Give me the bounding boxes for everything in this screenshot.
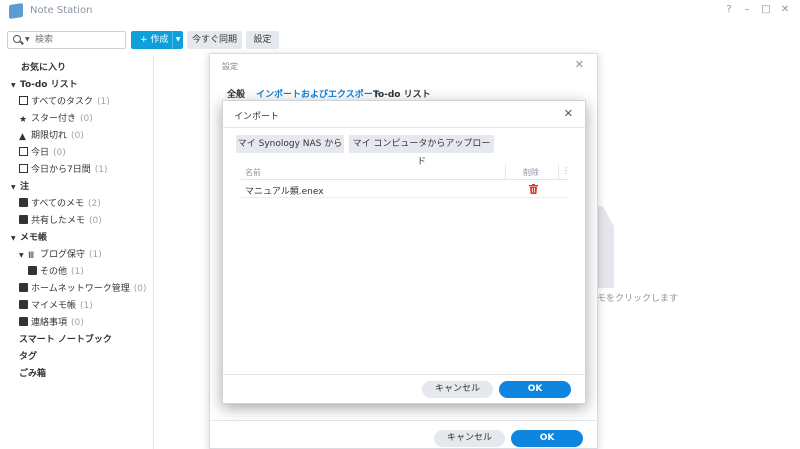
import-ok-button[interactable]: OK — [499, 381, 571, 398]
create-button[interactable]: + 作成 ▼ — [131, 31, 183, 49]
note-station-app-icon — [9, 3, 23, 19]
notebook-icon — [19, 300, 28, 309]
expand-icon[interactable]: ▼ — [11, 180, 20, 196]
column-menu-icon[interactable]: ⋮ — [562, 166, 570, 175]
tab-todo[interactable]: To-do リスト — [373, 87, 431, 100]
search-input[interactable] — [35, 33, 123, 47]
notes-icon — [19, 198, 28, 207]
search-icon — [13, 35, 21, 43]
sidebar-item-next-7-days[interactable]: 今日から7日間 (1) — [19, 162, 107, 178]
import-cancel-button[interactable]: キャンセル — [422, 381, 493, 398]
create-button-label: + 作成 — [140, 35, 169, 45]
expand-icon[interactable]: ▼ — [11, 78, 20, 94]
settings-button[interactable]: 設定 — [246, 31, 279, 49]
close-icon[interactable]: ✕ — [575, 58, 584, 71]
sidebar-item-overdue[interactable]: ▲ 期限切れ (0) — [19, 128, 84, 144]
file-name: マニュアル類.enex — [245, 187, 324, 197]
sidebar-item-my-notebook[interactable]: マイメモ帳 (1) — [19, 298, 93, 314]
import-footer-divider — [223, 374, 585, 375]
calendar-week-icon — [19, 164, 28, 173]
warning-icon: ▲ — [19, 132, 26, 142]
expand-icon[interactable]: ▼ — [11, 231, 20, 247]
sidebar-item-all-notes[interactable]: すべてのメモ (2) — [19, 196, 101, 212]
sidebar-item-favorites[interactable]: お気に入り — [21, 60, 66, 76]
tab-general[interactable]: 全般 — [227, 87, 245, 100]
file-table-header: 名前 削除 ⋮ — [241, 164, 570, 180]
sidebar-item-notebook-stack[interactable]: ▼ Ⅲ ブログ保守 (1) — [19, 247, 102, 263]
maximize-icon[interactable]: □ — [759, 3, 773, 17]
sync-now-button[interactable]: 今すぐ同期 — [187, 31, 242, 49]
settings-ok-button[interactable]: OK — [511, 430, 583, 447]
import-dialog-title: インポート — [234, 112, 280, 122]
expand-icon[interactable]: ▼ — [19, 248, 28, 264]
sidebar-item-shared-notes[interactable]: 共有したメモ (0) — [19, 213, 102, 229]
sidebar-divider — [153, 56, 154, 449]
sidebar-section-notebooks[interactable]: ▼ メモ帳 — [11, 230, 47, 246]
from-nas-button[interactable]: マイ Synology NAS から — [236, 135, 344, 153]
help-icon[interactable]: ? — [722, 3, 736, 17]
sidebar-item-today[interactable]: 今日 (0) — [19, 145, 66, 161]
empty-state-hint: モをクリックします — [597, 294, 679, 304]
notebook-icon — [28, 266, 37, 275]
sidebar-item-other[interactable]: その他 (1) — [28, 264, 84, 280]
sidebar-item-contacts[interactable]: 連絡事項 (0) — [19, 315, 84, 331]
sidebar-item-trash[interactable]: ごみ箱 — [19, 366, 46, 382]
sidebar: お気に入り ▼ To-do リスト すべてのタスク (1) ★ スター付き (0) ▲ 期… — [0, 56, 153, 449]
sidebar-item-starred[interactable]: ★ スター付き (0) — [19, 111, 93, 127]
table-row[interactable]: マニュアル類.enex — [241, 181, 568, 198]
stack-icon: Ⅲ — [28, 251, 35, 261]
sidebar-item-home-network[interactable]: ホームネットワーク管理 (0) — [19, 281, 146, 297]
upload-from-computer-button[interactable]: マイ コンピュータからアップロード — [349, 135, 494, 167]
import-header-divider — [223, 127, 585, 128]
trash-icon[interactable] — [529, 184, 538, 194]
column-divider — [505, 164, 506, 180]
search-box[interactable]: ▼ — [7, 31, 126, 49]
column-delete[interactable]: 削除 — [523, 167, 539, 178]
minimize-icon[interactable]: – — [740, 3, 754, 17]
notebook-icon — [19, 283, 28, 292]
sidebar-item-smart-notebook[interactable]: スマート ノートブック — [19, 332, 112, 348]
chevron-down-icon[interactable]: ▼ — [25, 36, 30, 43]
star-icon: ★ — [19, 115, 28, 125]
close-icon[interactable]: ✕ — [778, 3, 792, 17]
notebook-icon — [19, 317, 28, 326]
sidebar-item-tags[interactable]: タグ — [19, 349, 37, 365]
create-dropdown-icon[interactable]: ▼ — [172, 31, 183, 49]
shared-notes-icon — [19, 215, 28, 224]
title-bar: Note Station ? – □ ✕ — [0, 0, 800, 22]
column-name[interactable]: 名前 — [245, 167, 261, 178]
sidebar-section-notes[interactable]: ▼ 注 — [11, 179, 29, 195]
app-title: Note Station — [30, 5, 93, 16]
settings-dialog-title: 設定 — [222, 62, 238, 71]
column-divider — [558, 164, 559, 180]
checkbox-icon — [19, 96, 28, 105]
settings-footer-divider — [210, 420, 599, 421]
calendar-icon — [19, 147, 28, 156]
import-dialog: インポート ✕ マイ Synology NAS から マイ コンピュータからアッ… — [222, 100, 586, 404]
settings-cancel-button[interactable]: キャンセル — [434, 430, 505, 447]
close-icon[interactable]: ✕ — [564, 107, 573, 120]
tab-import-export[interactable]: インポートおよびエクスポート — [256, 87, 382, 100]
sidebar-section-todo[interactable]: ▼ To-do リスト — [11, 77, 78, 93]
sidebar-item-all-tasks[interactable]: すべてのタスク (1) — [19, 94, 110, 110]
